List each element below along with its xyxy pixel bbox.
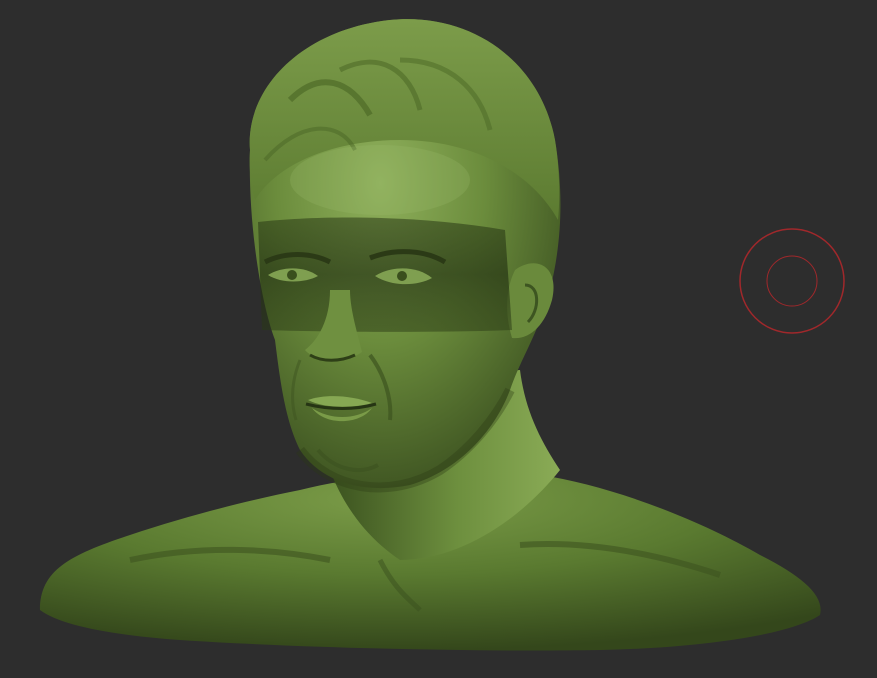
ear: [507, 263, 554, 339]
brush-circle-icon: [739, 228, 845, 334]
bust-model[interactable]: [0, 0, 877, 678]
sculpt-viewport[interactable]: [0, 0, 877, 678]
